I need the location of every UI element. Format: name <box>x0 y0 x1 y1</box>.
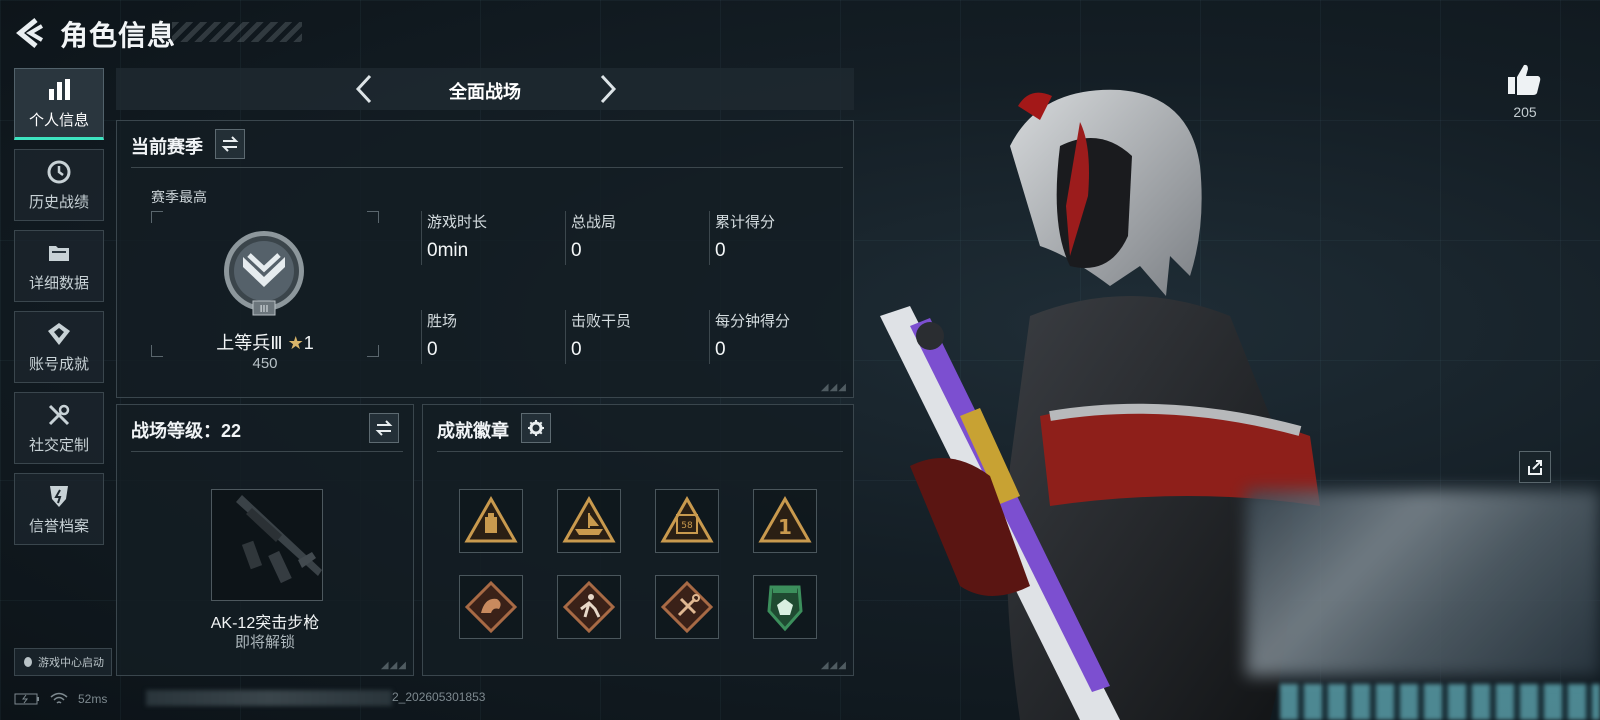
svg-text:58: 58 <box>681 521 693 531</box>
divider <box>131 451 403 452</box>
sidebar-item-history[interactable]: 历史战绩 <box>14 149 104 221</box>
tools-icon <box>48 404 70 425</box>
battery-icon <box>14 693 39 705</box>
boat-badge-icon[interactable] <box>557 489 621 553</box>
stat-total-score: 累计得分 0 <box>709 211 855 265</box>
battlefield-switch-button[interactable] <box>369 413 399 443</box>
ammo-badge-icon[interactable]: 58 <box>655 489 719 553</box>
corner-decoration: ◢◢◢ <box>380 660 407 671</box>
battlefield-heading: 战场等级：22 <box>131 421 242 441</box>
share-icon <box>1528 460 1542 475</box>
rank-points: 450 <box>252 355 278 372</box>
blurred-region <box>1246 490 1600 676</box>
stat-play-time: 游戏时长 0min <box>421 211 567 265</box>
thumbs-up-icon[interactable] <box>1506 62 1542 98</box>
sidebar-item-label: 账号成就 <box>28 355 89 373</box>
back-arrow-icon[interactable] <box>14 16 48 50</box>
corner-decoration: ◢◢◢ <box>820 382 847 393</box>
rank-stars: 1 <box>303 333 314 353</box>
uid-blurred <box>146 690 392 706</box>
penguin-icon <box>24 657 32 667</box>
ping-value: 52ms <box>78 692 108 706</box>
sidebar-item-achievements[interactable]: 账号成就 <box>14 311 104 383</box>
stat-total-matches: 总战局 0 <box>565 211 711 265</box>
svg-text:III: III <box>260 304 269 315</box>
svg-text:1: 1 <box>778 515 792 539</box>
sidebar-item-label: 个人信息 <box>28 111 89 129</box>
sidebar: 个人信息 历史战绩 详细数据 账号成就 社交定制 信誉档案 <box>14 68 106 554</box>
divider <box>437 451 843 452</box>
supply-badge-icon[interactable] <box>459 489 523 553</box>
sidebar-item-social[interactable]: 社交定制 <box>14 392 104 464</box>
current-season-panel: 当前赛季 赛季最高 III 上等兵Ⅲ ★1 450 游戏时长 0min 总战局 0 … <box>116 120 854 398</box>
gear-icon <box>528 420 544 436</box>
green-shield-badge-icon[interactable] <box>753 575 817 639</box>
rifle-icon <box>236 495 322 584</box>
achievement-icon <box>48 322 70 345</box>
uid-suffix: 2_202605301853 <box>392 690 486 704</box>
rank-emblem-icon: III <box>224 231 304 316</box>
mode-title: 全面战场 <box>449 82 521 102</box>
mode-selector: 全面战场 <box>116 68 854 110</box>
season-best-label: 赛季最高 <box>151 189 207 205</box>
like-count: 205 <box>1513 104 1537 120</box>
history-icon <box>47 160 71 183</box>
rank-title: 上等兵Ⅲ <box>216 333 283 353</box>
status-bar: 52ms <box>14 690 107 708</box>
dragon-badge-icon[interactable] <box>459 575 523 639</box>
corner-decoration: ◢◢◢ <box>820 660 847 671</box>
stat-score-per-minute: 每分钟得分 0 <box>709 310 855 364</box>
stat-wins: 胜场 0 <box>421 310 567 364</box>
badge-settings-button[interactable] <box>521 413 551 443</box>
neon-light <box>1280 684 1600 720</box>
sidebar-item-label: 信誉档案 <box>28 517 89 535</box>
launch-label: 游戏中心启动 <box>38 657 104 669</box>
swap-icon <box>375 420 393 436</box>
sidebar-item-reputation[interactable]: 信誉档案 <box>14 473 104 545</box>
weapon-image[interactable] <box>211 489 323 601</box>
title-decoration <box>172 22 302 42</box>
season-switch-button[interactable] <box>215 129 245 159</box>
shield-icon <box>50 485 68 507</box>
season-heading: 当前赛季 <box>131 137 203 157</box>
achievement-badges-panel: 成就徽章 58 1 ◢◢◢ <box>422 404 854 676</box>
weapon-unlock-state: 即将解锁 <box>234 634 295 651</box>
page-title: 角色信息 <box>60 20 177 51</box>
sidebar-item-label: 社交定制 <box>28 436 89 454</box>
stat-operators-defeated: 击败干员 0 <box>565 310 711 364</box>
rank-one-badge-icon[interactable]: 1 <box>753 489 817 553</box>
bar-chart-icon <box>49 78 70 100</box>
chevron-right-icon[interactable] <box>590 72 624 106</box>
wifi-icon <box>50 692 68 704</box>
share-button[interactable] <box>1519 451 1551 483</box>
badges-heading: 成就徽章 <box>437 421 509 441</box>
divider <box>131 167 843 168</box>
swap-icon <box>221 136 239 152</box>
sidebar-item-label: 历史战绩 <box>28 193 89 211</box>
weapon-name: AK-12突击步枪 <box>210 615 320 632</box>
sidebar-item-detailed-data[interactable]: 详细数据 <box>14 230 104 302</box>
runner-badge-icon[interactable] <box>557 575 621 639</box>
rank-name: 上等兵Ⅲ ★1 <box>155 329 375 355</box>
sidebar-item-personal-info[interactable]: 个人信息 <box>14 68 104 140</box>
battlefield-level-panel: 战场等级：22 AK-12突击步枪 即将解锁 ◢◢◢ <box>116 404 414 676</box>
game-center-launch-button[interactable]: 游戏中心启动 <box>14 648 112 676</box>
folder-icon <box>49 245 69 261</box>
tools-badge-icon[interactable] <box>655 575 719 639</box>
star-icon: ★ <box>287 333 304 353</box>
sidebar-item-label: 详细数据 <box>28 274 89 292</box>
